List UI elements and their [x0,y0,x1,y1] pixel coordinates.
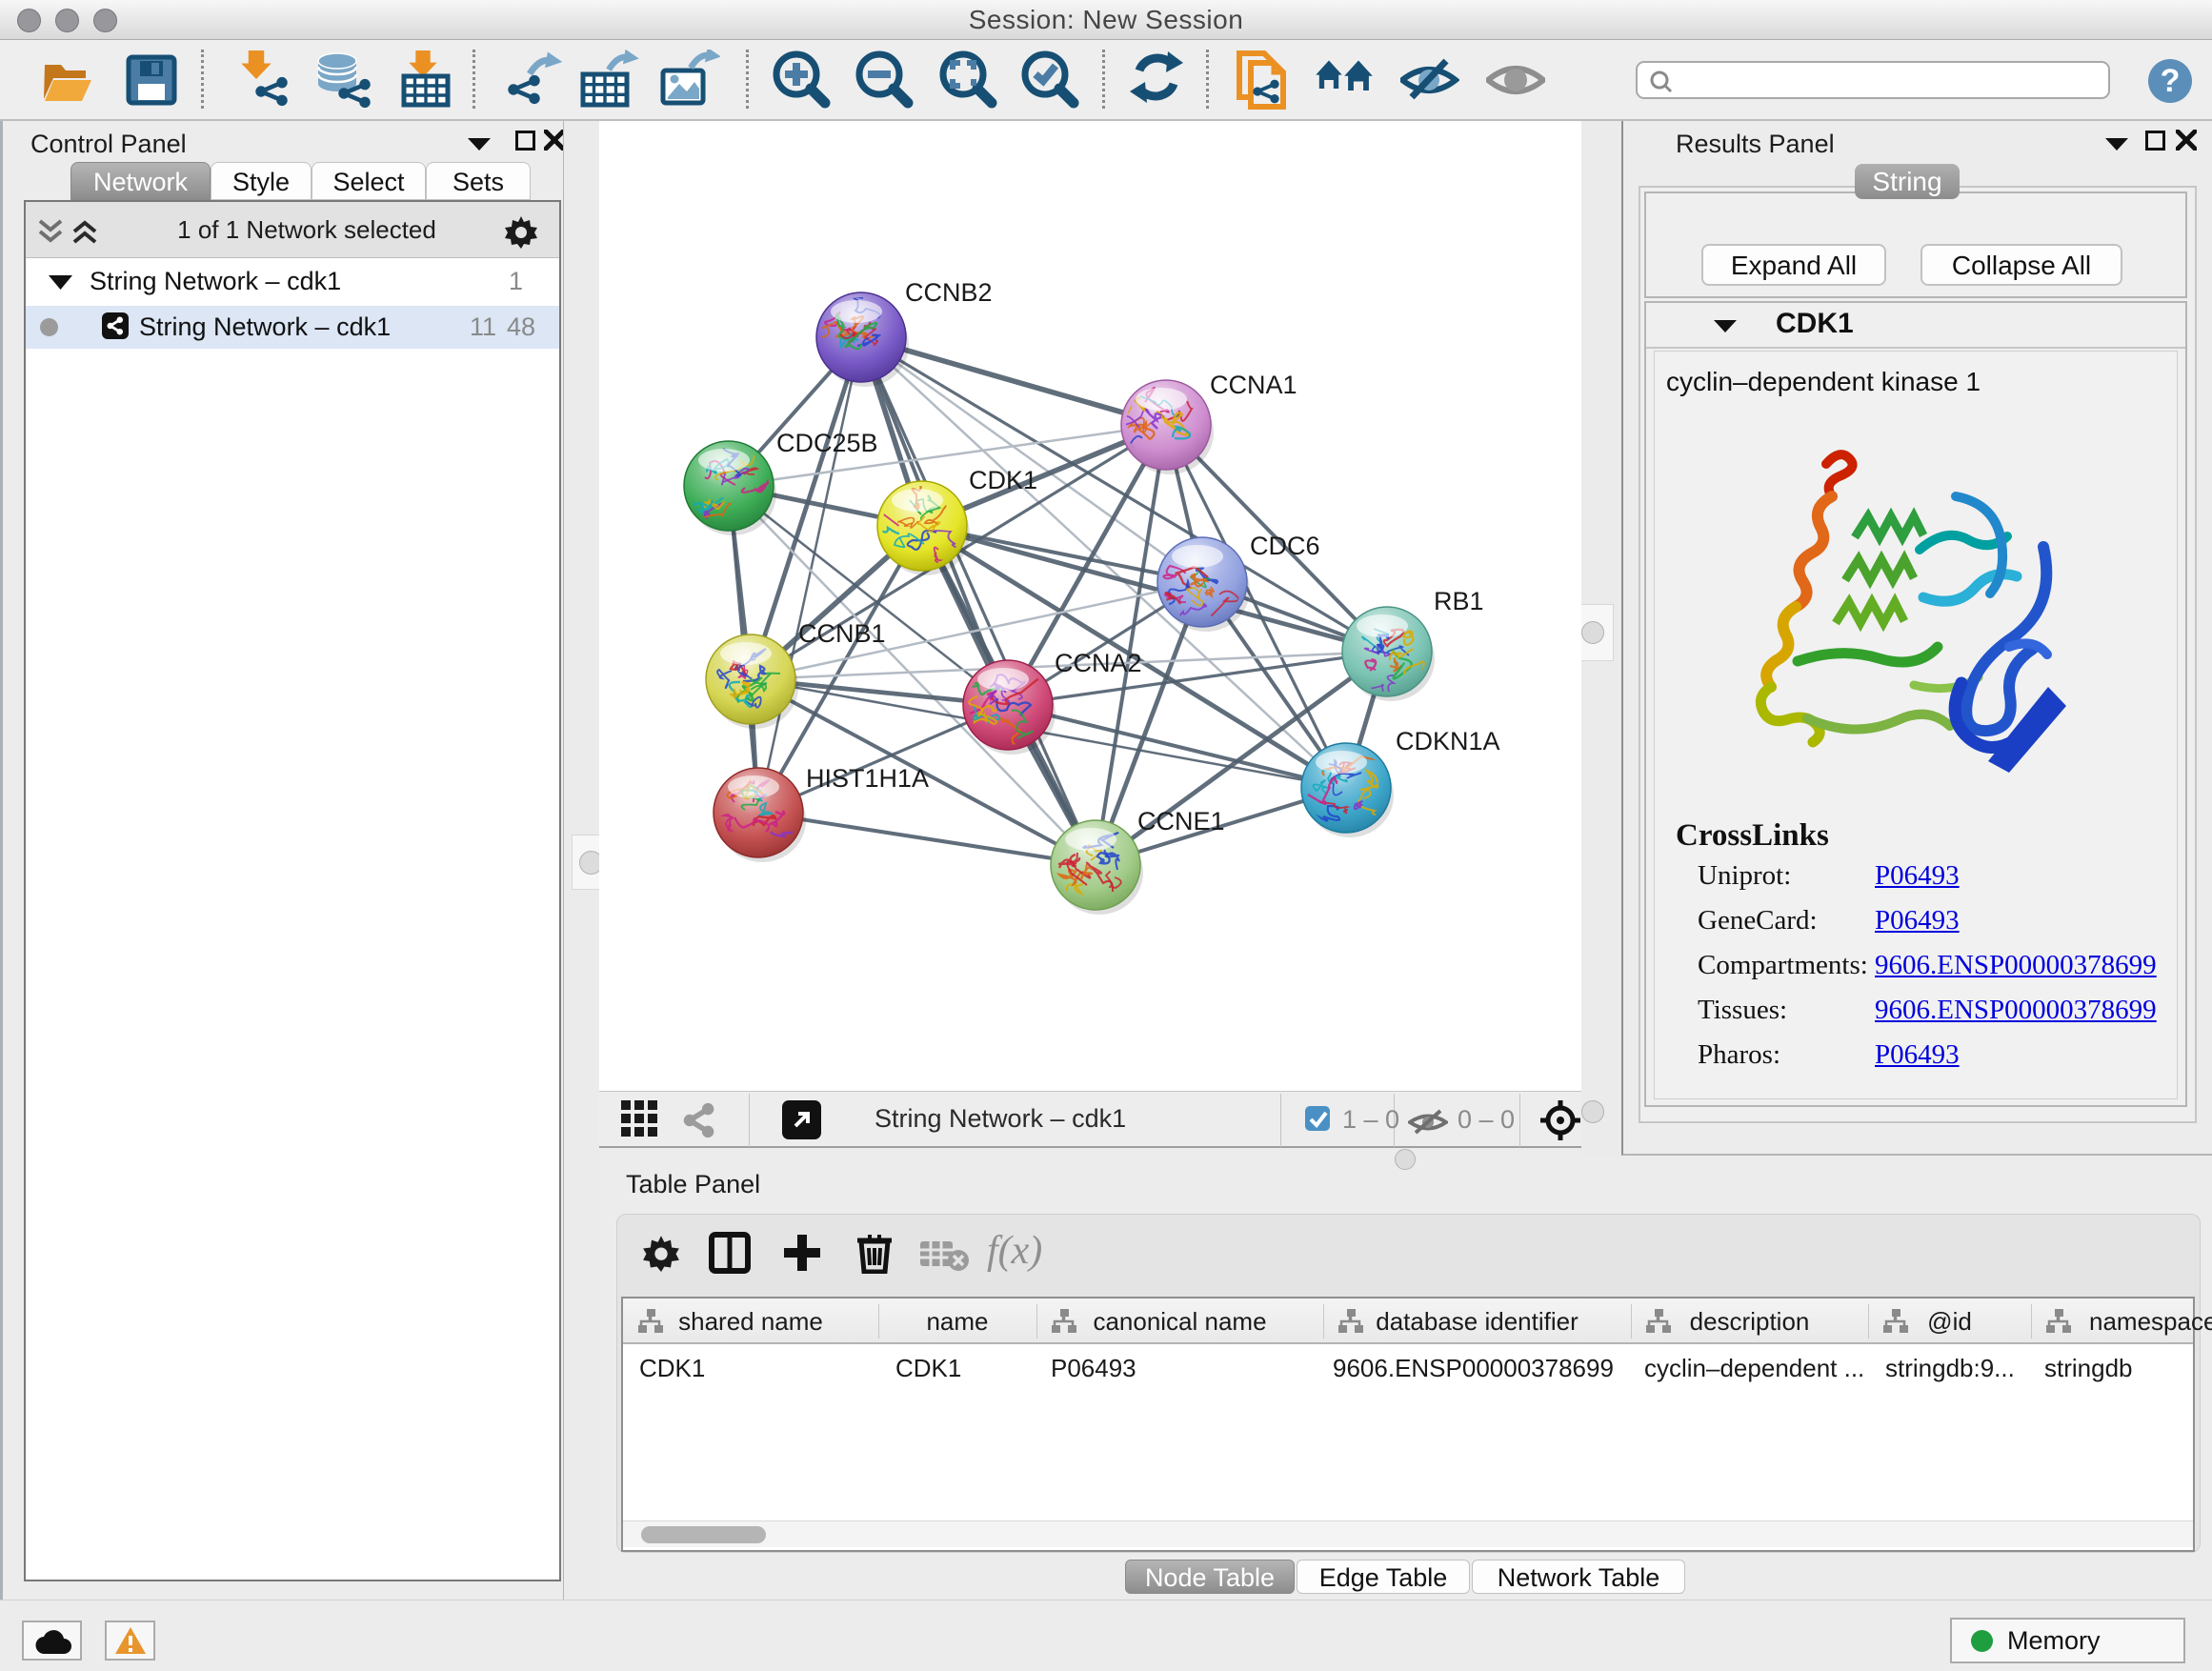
svg-text:HIST1H1A: HIST1H1A [806,764,929,793]
svg-text:CDKN1A: CDKN1A [1396,727,1500,755]
svg-text:CCNA2: CCNA2 [1055,649,1142,677]
svg-text:CCNB1: CCNB1 [798,619,886,648]
svg-text:CCNA1: CCNA1 [1210,371,1297,399]
svg-text:CCNE1: CCNE1 [1137,807,1225,836]
svg-text:CCNB2: CCNB2 [905,278,993,307]
svg-text:CDC25B: CDC25B [776,429,878,457]
svg-text:CDK1: CDK1 [969,466,1037,494]
svg-text:CDC6: CDC6 [1250,532,1320,560]
svg-text:RB1: RB1 [1434,587,1484,615]
